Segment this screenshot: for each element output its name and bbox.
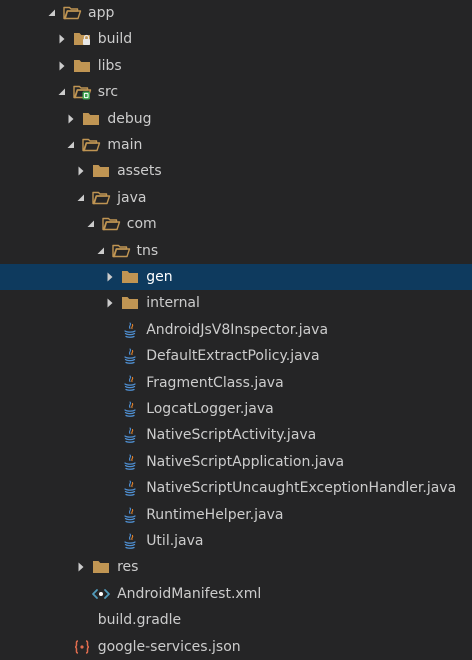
chevron-right-icon[interactable] xyxy=(74,560,88,574)
tree-file-row[interactable]: build.gradle xyxy=(0,607,472,633)
folder-icon xyxy=(120,293,140,313)
chevron-down-icon[interactable] xyxy=(74,191,88,205)
tree-item-label: app xyxy=(88,5,115,21)
tree-item-label: libs xyxy=(97,57,122,74)
folder-open-icon xyxy=(111,241,131,261)
chevron-down-icon[interactable] xyxy=(55,85,69,99)
tree-item-label: DefaultExtractPolicy.java xyxy=(146,348,320,365)
folder-open-icon xyxy=(81,135,101,155)
tree-item-label: gen xyxy=(146,269,173,285)
folder-open-icon xyxy=(91,188,111,208)
tree-item-label: com xyxy=(126,216,157,233)
folder-lock-icon xyxy=(72,29,92,49)
tree-folder-row[interactable]: src xyxy=(0,79,472,105)
tree-item-label: AndroidJsV8Inspector.java xyxy=(146,321,329,338)
java-file-icon xyxy=(120,452,140,472)
java-file-icon xyxy=(120,373,140,393)
tree-file-row[interactable]: FragmentClass.java xyxy=(0,370,472,396)
java-file-icon xyxy=(120,399,140,419)
tree-folder-row[interactable]: com xyxy=(0,211,472,237)
chevron-down-icon[interactable] xyxy=(64,138,78,152)
folder-source-icon xyxy=(72,82,92,102)
java-file-icon xyxy=(120,346,140,366)
tree-item-label: NativeScriptActivity.java xyxy=(146,427,317,444)
tree-file-row[interactable]: Util.java xyxy=(0,528,472,554)
tree-folder-row[interactable]: assets xyxy=(0,158,472,184)
tree-item-label: Util.java xyxy=(146,533,204,549)
folder-open-icon xyxy=(62,3,82,23)
chevron-down-icon[interactable] xyxy=(45,6,59,20)
tree-file-row[interactable]: google-services.json xyxy=(0,634,472,660)
tree-item-label: NativeScriptApplication.java xyxy=(146,453,345,470)
tree-file-row[interactable]: NativeScriptActivity.java xyxy=(0,422,472,448)
tree-item-label: res xyxy=(117,559,139,576)
chevron-right-icon[interactable] xyxy=(55,59,69,73)
tree-folder-row[interactable]: internal xyxy=(0,290,472,316)
tree-folder-row[interactable]: res xyxy=(0,554,472,580)
tree-item-label: build.gradle xyxy=(97,612,182,629)
folder-open-icon xyxy=(101,214,121,234)
tree-item-label: main xyxy=(107,137,143,153)
json-file-icon xyxy=(72,637,92,657)
tree-item-label: NativeScriptUncaughtExceptionHandler.jav… xyxy=(146,480,457,497)
tree-item-label: AndroidManifest.xml xyxy=(117,585,262,602)
folder-icon xyxy=(120,267,140,287)
chevron-right-icon[interactable] xyxy=(103,270,117,284)
chevron-down-icon[interactable] xyxy=(94,244,108,258)
tree-item-label: FragmentClass.java xyxy=(146,374,284,391)
file-icon xyxy=(72,610,92,630)
java-file-icon xyxy=(120,425,140,445)
tree-folder-row[interactable]: tns xyxy=(0,238,472,264)
tree-file-row[interactable]: NativeScriptApplication.java xyxy=(0,449,472,475)
tree-file-row[interactable]: AndroidManifest.xml xyxy=(0,581,472,607)
tree-item-label: RuntimeHelper.java xyxy=(146,506,284,523)
chevron-right-icon[interactable] xyxy=(64,112,78,126)
tree-item-label: tns xyxy=(136,242,159,259)
xml-file-icon xyxy=(91,584,111,604)
tree-folder-row[interactable]: app xyxy=(0,0,472,26)
tree-folder-row[interactable]: libs xyxy=(0,53,472,79)
tree-item-label: java xyxy=(117,189,147,206)
java-file-icon xyxy=(120,478,140,498)
tree-item-label: src xyxy=(97,84,119,101)
tree-file-row[interactable]: NativeScriptUncaughtExceptionHandler.jav… xyxy=(0,475,472,501)
tree-file-row[interactable]: AndroidJsV8Inspector.java xyxy=(0,317,472,343)
tree-item-label: LogcatLogger.java xyxy=(146,401,274,417)
tree-file-row[interactable]: LogcatLogger.java xyxy=(0,396,472,422)
java-file-icon xyxy=(120,531,140,551)
folder-icon xyxy=(72,56,92,76)
tree-folder-row[interactable]: build xyxy=(0,26,472,52)
java-file-icon xyxy=(120,320,140,340)
chevron-down-icon[interactable] xyxy=(84,217,98,231)
tree-folder-row[interactable]: main xyxy=(0,132,472,158)
chevron-right-icon[interactable] xyxy=(55,32,69,46)
tree-item-label: assets xyxy=(117,163,162,180)
folder-icon xyxy=(81,109,101,129)
file-explorer-tree: app build libs src debug main assets java com tns… xyxy=(0,0,472,660)
tree-folder-row[interactable]: debug xyxy=(0,106,472,132)
tree-file-row[interactable]: DefaultExtractPolicy.java xyxy=(0,343,472,369)
java-file-icon xyxy=(120,505,140,525)
folder-icon xyxy=(91,161,111,181)
tree-item-label: google-services.json xyxy=(97,638,241,655)
chevron-right-icon[interactable] xyxy=(103,296,117,310)
folder-icon xyxy=(91,557,111,577)
tree-file-row[interactable]: RuntimeHelper.java xyxy=(0,502,472,528)
tree-item-label: debug xyxy=(107,110,152,127)
tree-folder-row[interactable]: gen xyxy=(0,264,472,290)
tree-item-label: internal xyxy=(146,295,200,312)
tree-folder-row[interactable]: java xyxy=(0,185,472,211)
tree-item-label: build xyxy=(97,31,133,48)
chevron-right-icon[interactable] xyxy=(74,164,88,178)
